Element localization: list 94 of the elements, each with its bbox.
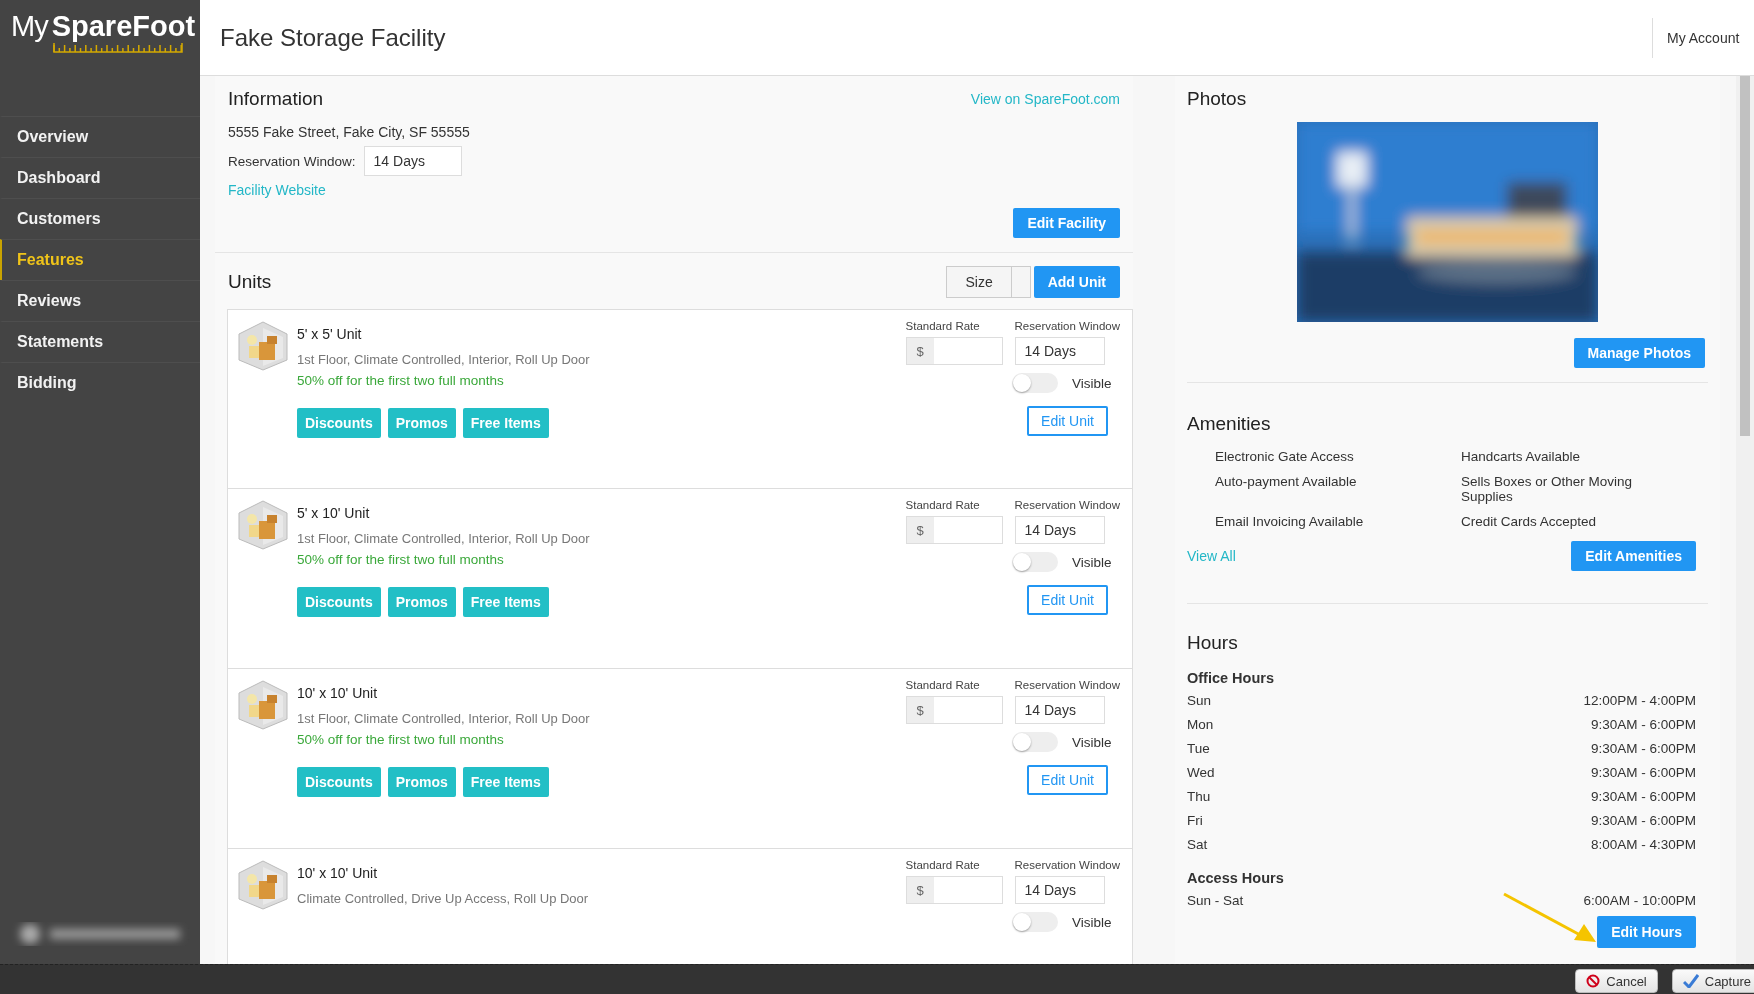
section-title: Hours [1187,632,1238,654]
unit-features: 1st Floor, Climate Controlled, Interior, Roll Up Door [297,711,591,726]
unit-name: 10' x 10' Unit [297,865,379,881]
day-text: Wed [1187,764,1215,780]
reservation-field[interactable]: 14 Days [1014,696,1105,724]
field-label: Standard Rate [905,320,981,332]
promo-text: 50% off for the first two full months [297,552,505,567]
day-text: Sat [1187,836,1208,852]
day-text: Fri [1187,812,1203,828]
amenity-text: Sells Boxes or Other Moving Supplies [1461,474,1634,504]
field-label: Reservation Window [1014,499,1120,511]
edit-unit-button[interactable]: Edit Unit [1027,765,1108,795]
field-label: Standard Rate [905,499,981,511]
day-text: Thu [1187,788,1211,804]
cancel-button[interactable]: Cancel [1575,969,1658,993]
account-link[interactable]: My Account [1652,17,1754,58]
section-title: Information [228,88,324,110]
address-text: 5555 Fake Street, Fake City, SF 55555 [228,124,471,140]
visible-toggle[interactable] [1012,373,1058,393]
toggle-label: Visible [1072,734,1112,750]
storage-unit-icon [237,499,289,551]
hours-text: 8:00AM - 4:30PM [1590,836,1696,852]
currency-addon: $ [906,877,934,903]
day-text: Mon [1187,716,1214,732]
office-hours-title: Office Hours [1187,670,1275,686]
reservation-field[interactable]: 14 Days [1014,516,1105,544]
reservation-field[interactable]: 14 Days [1014,876,1105,904]
section-title: Amenities [1187,413,1271,435]
hours-text: 9:30AM - 6:00PM [1590,812,1696,828]
amenity-text: Email Invoicing Available [1215,514,1365,529]
toggle-label: Visible [1072,914,1112,930]
field-label: Reservation Window [1014,859,1120,871]
hours-text: 9:30AM - 6:00PM [1590,716,1696,732]
storage-unit-icon [237,679,289,731]
day-text: Sun [1187,692,1212,708]
rate-field[interactable]: $ [905,696,1003,724]
scrollbar[interactable] [1736,76,1754,964]
currency-addon: $ [906,517,934,543]
visible-toggle[interactable] [1012,912,1058,932]
promo-text: 50% off for the first two full months [297,373,505,388]
field-label: Reservation Window: [228,153,356,169]
capture-button[interactable]: Capture [1671,969,1754,993]
field-label: Reservation Window [1014,320,1120,332]
unit-name: 5' x 5' Unit [297,326,363,342]
edit-hours-button[interactable]: Edit Hours [1597,916,1696,948]
prohibited-icon [1586,974,1601,988]
ruler-icon [53,43,183,53]
rate-field[interactable]: $ [905,516,1003,544]
edit-amenities-button[interactable]: Edit Amenities [1571,541,1696,571]
currency-addon: $ [906,338,934,364]
access-hours-title: Access Hours [1187,870,1285,886]
amenity-text: Auto-payment Available [1215,474,1358,491]
rate-field[interactable]: $ [905,337,1003,365]
section-title: Units [228,271,272,293]
unit-features: Climate Controlled, Drive Up Access, Roll Up Door [297,891,590,906]
toggle-label: Visible [1072,375,1112,391]
field-label: Standard Rate [905,679,981,691]
sort-toggle[interactable] [1010,266,1031,298]
storage-unit-icon [237,320,289,372]
visible-toggle[interactable] [1012,732,1058,752]
manage-photos-button[interactable]: Manage Photos [1573,338,1705,368]
page-title: Fake Storage Facility [219,23,447,52]
check-icon [1682,974,1699,988]
logo[interactable]: MySpareFoot [11,12,200,41]
add-unit-button[interactable]: Add Unit [1033,266,1120,298]
reservation-field[interactable]: 14 Days [1014,337,1105,365]
day-text: Tue [1187,740,1210,756]
edit-unit-button[interactable]: Edit Unit [1027,585,1108,615]
hours-text: 6:00AM - 10:00PM [1583,892,1696,908]
rate-field[interactable]: $ [905,876,1003,904]
amenity-text: Electronic Gate Access [1215,449,1355,464]
day-text: Sun - Sat [1187,892,1244,908]
hours-text: 9:30AM - 6:00PM [1590,788,1696,804]
edit-unit-button[interactable]: Edit Unit [1027,406,1108,436]
sort-button[interactable]: Size [946,266,1011,298]
field-label: Standard Rate [905,859,981,871]
storage-unit-icon [237,859,289,911]
amenity-text: Credit Cards Accepted [1461,514,1598,529]
visible-toggle[interactable] [1012,552,1058,572]
section-title: Photos [1187,88,1247,110]
unit-name: 10' x 10' Unit [297,685,379,701]
field-label: Reservation Window [1014,679,1120,691]
toggle-label: Visible [1072,554,1112,570]
unit-features: 1st Floor, Climate Controlled, Interior, Roll Up Door [297,531,591,546]
amenity-text: Handcarts Available [1461,449,1582,464]
currency-addon: $ [906,697,934,723]
promo-text: 50% off for the first two full months [297,732,505,747]
unit-features: 1st Floor, Climate Controlled, Interior, Roll Up Door [297,352,591,367]
hours-text: 12:00PM - 4:00PM [1583,692,1696,708]
edit-facility-button[interactable]: Edit Facility [1013,208,1120,238]
unit-name: 5' x 10' Unit [297,505,371,521]
hours-text: 9:30AM - 6:00PM [1590,740,1696,756]
reservation-field[interactable]: 14 Days [363,146,462,176]
hours-text: 9:30AM - 6:00PM [1590,764,1696,780]
